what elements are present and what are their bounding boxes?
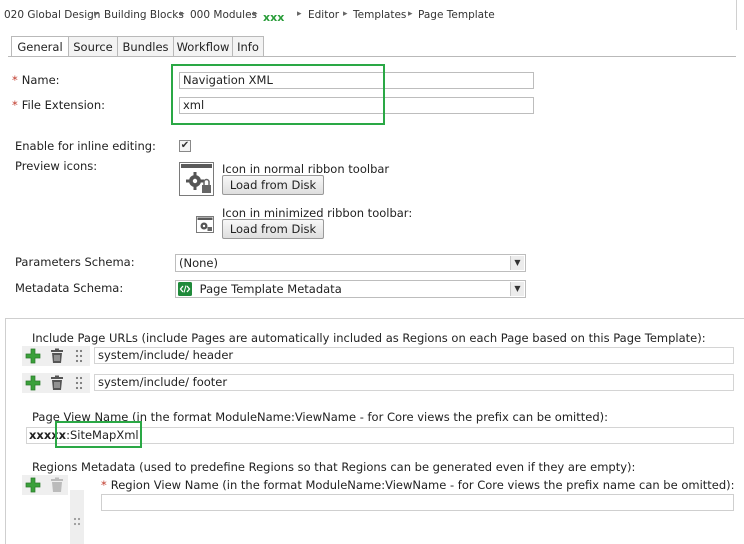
- load-from-disk-button[interactable]: Load from Disk: [222, 219, 324, 239]
- preview-icons-label: Preview icons:: [15, 159, 98, 173]
- metadata-schema-value: Page Template Metadata: [199, 282, 342, 296]
- include-url-input[interactable]: system/include/ footer: [94, 374, 734, 391]
- chevron-right-icon: ▸: [343, 9, 348, 19]
- chevron-down-icon[interactable]: ▼: [510, 256, 524, 270]
- chevron-right-icon: ▸: [408, 9, 413, 19]
- tab-workflow[interactable]: Workflow: [173, 36, 233, 56]
- add-icon[interactable]: [25, 348, 41, 364]
- breadcrumb-item-current: Page Template: [418, 9, 495, 21]
- tab-underline: [8, 56, 736, 57]
- metadata-schema-label: Metadata Schema:: [15, 281, 124, 295]
- breadcrumb-item[interactable]: Editor: [308, 9, 339, 21]
- chevron-right-icon: ▸: [94, 9, 99, 19]
- file-extension-label: * File Extension:: [12, 98, 105, 112]
- chevron-down-icon[interactable]: ▼: [510, 282, 524, 296]
- load-from-disk-button[interactable]: Load from Disk: [222, 175, 324, 195]
- chevron-right-icon: ▸: [297, 9, 302, 19]
- highlight-box: [171, 64, 385, 125]
- include-url-input[interactable]: system/include/ header: [94, 347, 734, 364]
- inline-editing-checkbox[interactable]: ✔: [179, 140, 191, 152]
- parameters-schema-select[interactable]: (None) ▼: [175, 254, 526, 272]
- tab-source[interactable]: Source: [68, 36, 118, 56]
- divider: [736, 0, 737, 30]
- ribbon-icon-normal-preview: [179, 162, 214, 196]
- regions-metadata-label: Regions Metadata (used to predefine Regi…: [32, 460, 636, 474]
- trash-icon[interactable]: [50, 348, 64, 364]
- breadcrumb: 020 Global Design ▸ Building Blocks ▸ 00…: [0, 0, 744, 32]
- breadcrumb-item[interactable]: Templates: [353, 9, 406, 21]
- chevron-right-icon: ▸: [180, 9, 185, 19]
- parameters-schema-value: (None): [179, 256, 218, 270]
- trash-icon: [51, 477, 63, 492]
- drag-handle-icon[interactable]: [72, 373, 86, 393]
- icon-normal-label: Icon in normal ribbon toolbar: [222, 162, 390, 176]
- breadcrumb-item[interactable]: Building Blocks: [104, 9, 184, 21]
- parameters-schema-label: Parameters Schema:: [15, 255, 135, 269]
- name-label: * Name:: [12, 73, 60, 87]
- region-view-name-input[interactable]: [101, 494, 734, 511]
- tab-bundles[interactable]: Bundles: [117, 36, 174, 56]
- add-icon[interactable]: [25, 477, 41, 493]
- breadcrumb-item-highlighted[interactable]: xxx: [263, 11, 284, 24]
- breadcrumb-item[interactable]: 020 Global Design: [4, 9, 100, 21]
- tab-info[interactable]: Info: [232, 36, 264, 56]
- highlight-box: [55, 421, 142, 448]
- add-icon[interactable]: [25, 375, 41, 391]
- drag-handle-icon[interactable]: [70, 514, 84, 534]
- drag-handle-icon[interactable]: [72, 346, 86, 366]
- trash-icon[interactable]: [50, 375, 64, 391]
- breadcrumb-item[interactable]: 000 Modules: [190, 9, 257, 21]
- include-urls-label: Include Page URLs (include Pages are aut…: [32, 331, 706, 345]
- inline-editing-label: Enable for inline editing:: [15, 139, 156, 153]
- chevron-right-icon: ▸: [253, 9, 258, 19]
- metadata-schema-select[interactable]: Page Template Metadata ▼: [175, 280, 526, 298]
- icon-minimized-label: Icon in minimized ribbon toolbar:: [222, 206, 413, 220]
- tab-general[interactable]: General: [11, 36, 69, 57]
- ribbon-icon-minimized-preview: [196, 216, 214, 233]
- schema-icon: [178, 282, 192, 296]
- region-view-name-label: * Region View Name (in the format ModuleN…: [101, 478, 735, 492]
